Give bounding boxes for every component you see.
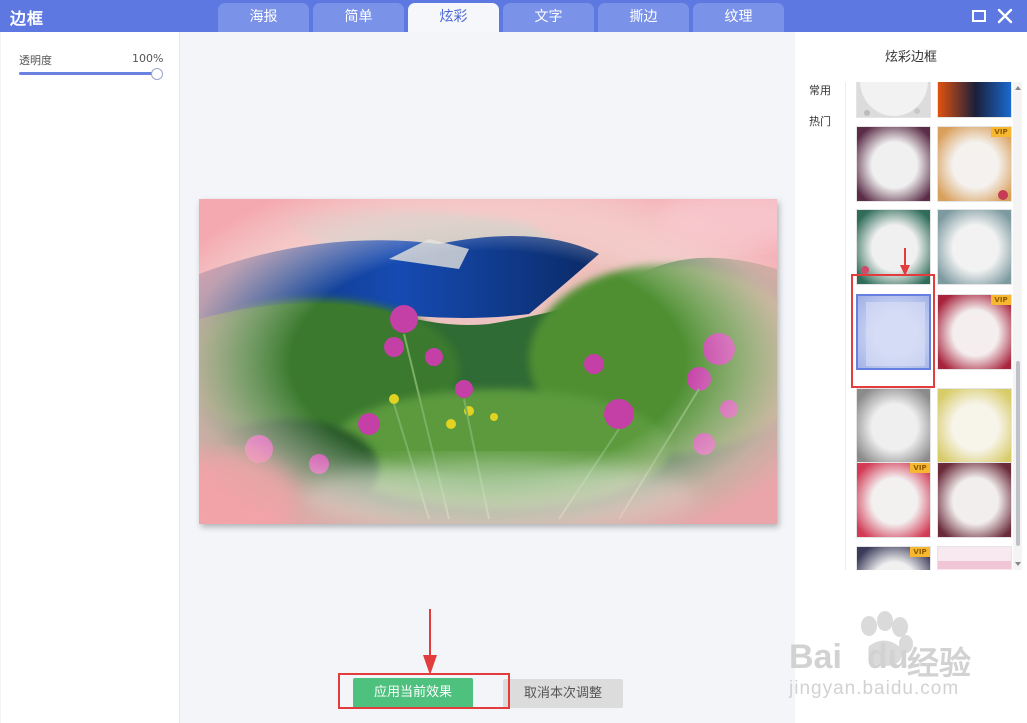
category-common[interactable]: 常用 (809, 82, 831, 98)
close-icon[interactable] (996, 7, 1014, 25)
title-bar: 边框 海报 简单 炫彩 文字 撕边 纹理 (0, 0, 1027, 32)
frame-grid-scrollbar[interactable] (1013, 82, 1022, 570)
vip-badge: VIP (910, 463, 930, 473)
annotation-box-selected-frame (851, 274, 935, 388)
opacity-slider-fill (19, 72, 157, 75)
frame-thumbnail[interactable] (856, 82, 931, 118)
scroll-up-arrow-icon[interactable] (1015, 86, 1021, 90)
left-panel: 透明度 100% (1, 32, 180, 723)
tab-poster[interactable]: 海报 (218, 3, 309, 32)
opacity-label: 透明度 (19, 54, 52, 67)
tab-simple[interactable]: 简单 (313, 3, 404, 32)
tab-texture[interactable]: 纹理 (693, 3, 784, 32)
frame-thumbnail[interactable] (937, 82, 1012, 118)
vip-badge: VIP (910, 547, 930, 557)
annotation-box-apply (338, 673, 510, 709)
tab-torn-edge[interactable]: 撕边 (598, 3, 689, 32)
opacity-value: 100% (132, 52, 164, 65)
maximize-icon[interactable] (970, 7, 988, 25)
opacity-slider[interactable] (19, 72, 157, 75)
watermark-brand-right: du (867, 638, 909, 676)
frame-panel-title: 炫彩边框 (884, 50, 937, 65)
frame-thumbnail[interactable] (937, 462, 1012, 538)
scroll-down-arrow-icon[interactable] (1015, 562, 1021, 566)
vip-badge: VIP (991, 295, 1011, 305)
canvas-area: 应用当前效果 取消本次调整 (180, 32, 795, 723)
vip-badge: VIP (991, 127, 1011, 137)
frame-thumbnail[interactable]: VIP (937, 126, 1012, 202)
opacity-slider-thumb[interactable] (151, 68, 163, 80)
frame-thumbnail[interactable] (937, 388, 1012, 464)
annotation-arrow-apply (423, 609, 437, 675)
frame-thumbnail[interactable] (856, 126, 931, 202)
category-hot[interactable]: 热门 (809, 113, 831, 129)
frame-thumbnail[interactable] (937, 209, 1012, 285)
frame-thumbnail[interactable]: VIP (937, 294, 1012, 370)
annotation-arrow-frame (900, 248, 910, 276)
watermark-url: jingyan.baidu.com (789, 678, 960, 699)
cancel-adjustment-button[interactable]: 取消本次调整 (503, 679, 623, 708)
frame-thumbnail[interactable] (856, 388, 931, 464)
watermark: Bai du 经验 jingyan.baidu.com (787, 604, 1027, 714)
preview-image (199, 199, 777, 524)
tab-text[interactable]: 文字 (503, 3, 594, 32)
frame-thumbnail[interactable] (937, 546, 1012, 570)
tab-colorful[interactable]: 炫彩 (408, 3, 499, 32)
frame-thumbnail[interactable]: VIP (856, 462, 931, 538)
frame-thumbnail[interactable]: VIP (856, 546, 931, 570)
scrollbar-thumb[interactable] (1016, 361, 1020, 546)
watermark-brand-left: Bai (789, 638, 842, 676)
app-title: 边框 (10, 9, 45, 28)
